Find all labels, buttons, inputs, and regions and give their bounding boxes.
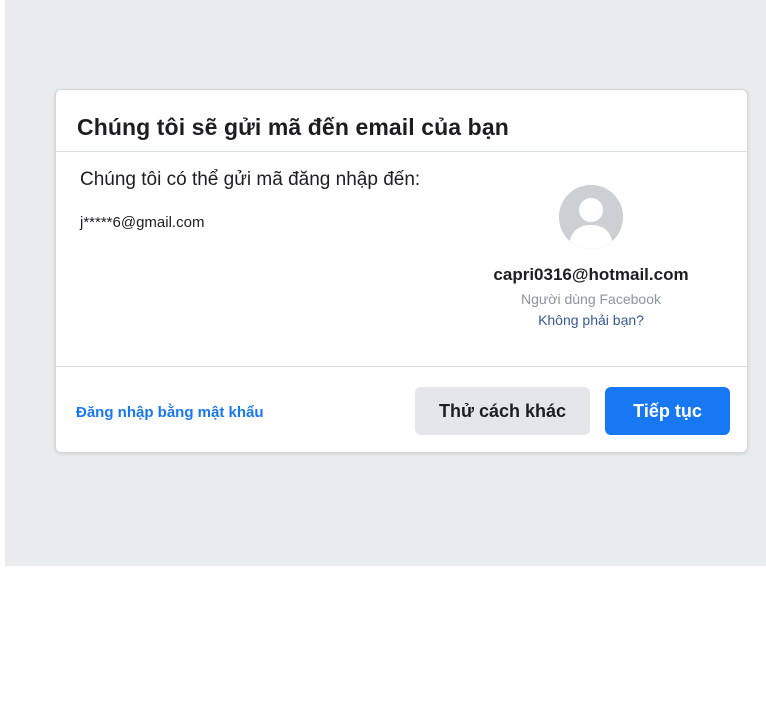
send-code-dialog: Chúng tôi sẽ gửi mã đến email của bạn Ch… xyxy=(55,89,748,453)
account-profile: capri0316@hotmail.com Người dùng Faceboo… xyxy=(476,185,706,330)
continue-button[interactable]: Tiếp tục xyxy=(605,387,730,435)
try-another-way-button[interactable]: Thử cách khác xyxy=(415,387,590,435)
dialog-title: Chúng tôi sẽ gửi mã đến email của bạn xyxy=(77,114,509,140)
send-options: Chúng tôi có thể gửi mã đăng nhập đến: j… xyxy=(80,168,425,231)
dialog-footer: Đăng nhập bằng mật khẩu Thử cách khác Ti… xyxy=(56,366,747,454)
profile-email: capri0316@hotmail.com xyxy=(493,265,689,284)
masked-email-option: j*****6@gmail.com xyxy=(80,214,205,231)
not-you-link[interactable]: Không phải bạn? xyxy=(538,312,644,328)
send-description: Chúng tôi có thể gửi mã đăng nhập đến: xyxy=(80,169,421,190)
password-login-link[interactable]: Đăng nhập bằng mật khẩu xyxy=(76,404,264,421)
profile-role: Người dùng Facebook xyxy=(521,291,661,307)
dialog-header: Chúng tôi sẽ gửi mã đến email của bạn xyxy=(56,90,747,152)
default-user-avatar-icon xyxy=(559,185,623,249)
